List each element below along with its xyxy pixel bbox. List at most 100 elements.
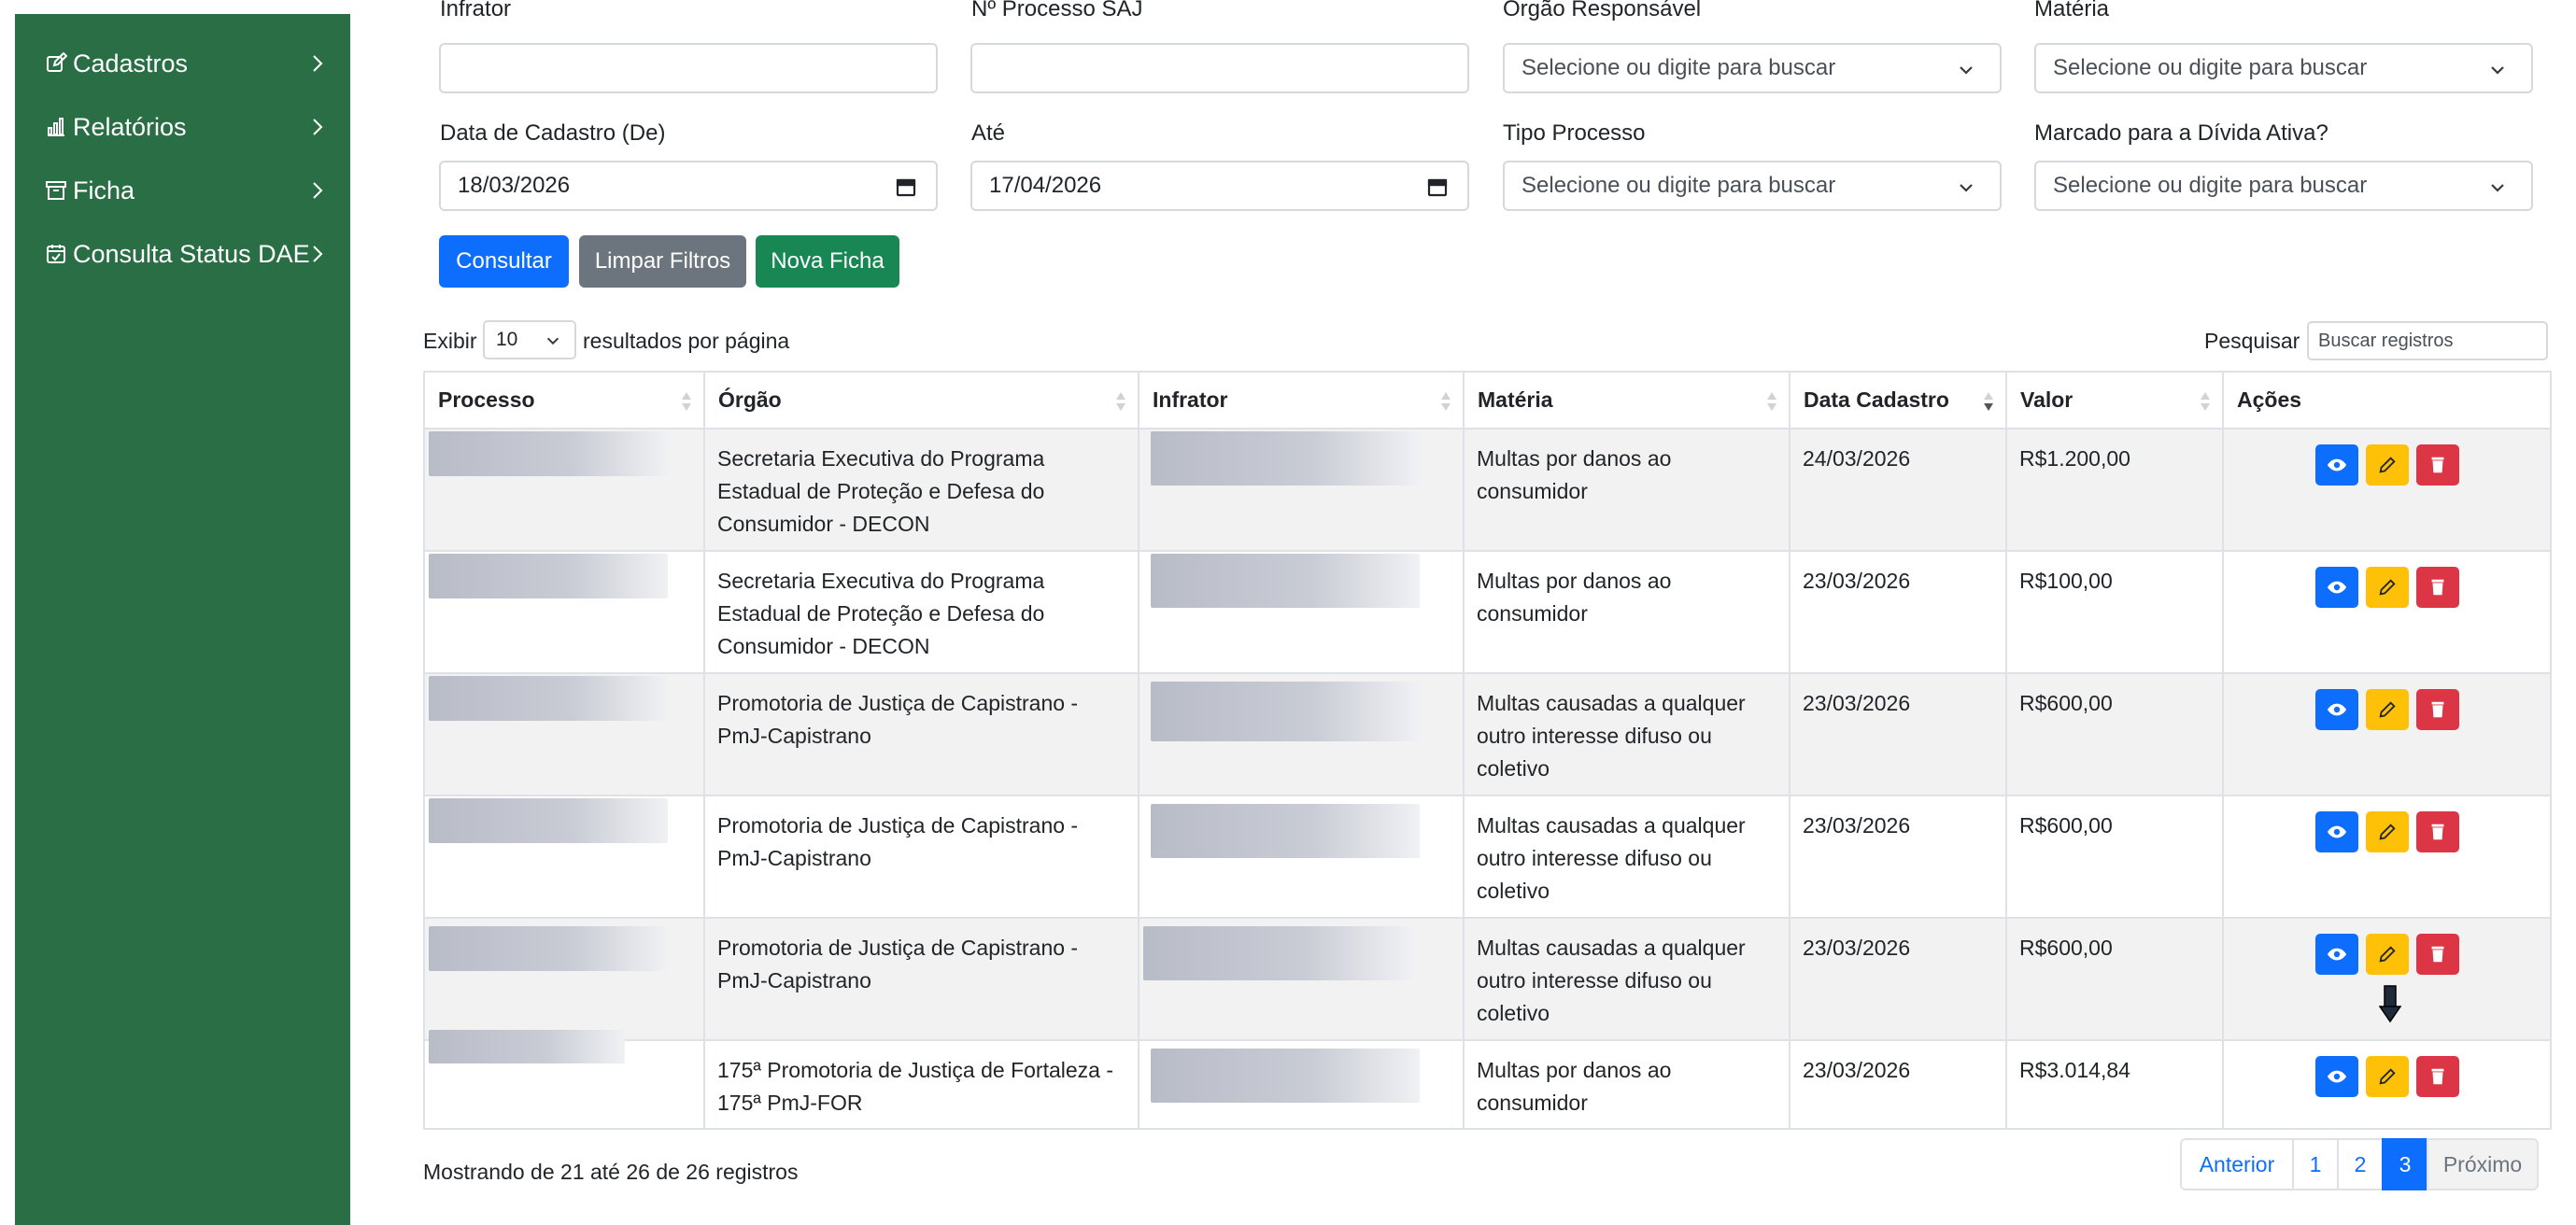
redacted-processo bbox=[429, 554, 668, 598]
sidebar-item-label: Relatórios bbox=[73, 112, 187, 141]
calendar-icon[interactable] bbox=[895, 176, 917, 198]
redacted-infrator bbox=[1151, 431, 1420, 486]
divida-placeholder: Selecione ou digite para buscar bbox=[2053, 173, 2368, 198]
table-row: 0020000039-100 175ª Promotoria de Justiç… bbox=[423, 1030, 2552, 1130]
column-header-valor[interactable]: Valor bbox=[2005, 371, 2224, 429]
pencil-icon bbox=[2378, 457, 2396, 473]
column-header-infrator[interactable]: Infrator bbox=[1138, 371, 1465, 429]
divida-select[interactable]: Selecione ou digite para buscar bbox=[2034, 161, 2533, 211]
column-header-data-cadastro[interactable]: Data Cadastro bbox=[1789, 371, 2007, 429]
data-de-value: 18/03/2026 bbox=[458, 173, 571, 198]
sidebar-item-relatorios[interactable]: Relatórios bbox=[43, 105, 333, 149]
sort-icon bbox=[2201, 392, 2210, 411]
view-button[interactable] bbox=[2314, 444, 2358, 486]
edit-button[interactable] bbox=[2365, 567, 2409, 608]
delete-button[interactable] bbox=[2415, 1056, 2459, 1097]
nova-ficha-button[interactable]: Nova Ficha bbox=[756, 235, 899, 288]
table-row: Secretaria Executiva do Programa Estadua… bbox=[423, 428, 2552, 552]
edit-button[interactable] bbox=[2365, 811, 2409, 852]
pagination-page-3[interactable]: 3 bbox=[2382, 1138, 2428, 1190]
calendar-icon[interactable] bbox=[1426, 176, 1449, 198]
chevron-right-icon bbox=[313, 119, 323, 135]
cell-valor: R$3.014,84 bbox=[2005, 1039, 2224, 1130]
row-actions bbox=[2236, 565, 2538, 608]
edit-icon bbox=[43, 50, 69, 77]
delete-button[interactable] bbox=[2415, 934, 2459, 975]
sidebar-item-ficha[interactable]: Ficha bbox=[43, 168, 333, 213]
cell-materia: Multas causadas a qualquer outro interes… bbox=[1463, 672, 1790, 796]
sort-icon bbox=[1441, 392, 1451, 411]
view-button[interactable] bbox=[2314, 934, 2358, 975]
delete-button[interactable] bbox=[2415, 811, 2459, 852]
delete-button[interactable] bbox=[2415, 567, 2459, 608]
sidebar-item-label: Consulta Status DAE bbox=[73, 239, 310, 268]
pagination-page-1[interactable]: 1 bbox=[2292, 1138, 2339, 1190]
data-de-input[interactable]: 18/03/2026 bbox=[439, 161, 938, 211]
cell-data: 23/03/2026 bbox=[1789, 917, 2007, 1041]
edit-button[interactable] bbox=[2365, 1056, 2409, 1097]
column-header-materia[interactable]: Matéria bbox=[1463, 371, 1790, 429]
view-button[interactable] bbox=[2314, 1056, 2358, 1097]
table-info: Mostrando de 21 até 26 de 26 registros bbox=[423, 1160, 799, 1184]
redacted-processo bbox=[429, 798, 668, 843]
row-actions bbox=[2236, 810, 2538, 852]
processo-link[interactable]: 0020000039-100 bbox=[438, 1062, 579, 1094]
consultar-button[interactable]: Consultar bbox=[439, 235, 569, 288]
sidebar-item-consulta-status-dae[interactable]: Consulta Status DAE bbox=[43, 232, 333, 276]
cell-valor: R$600,00 bbox=[2005, 795, 2224, 919]
data-de-label: Data de Cadastro (De) bbox=[440, 120, 666, 146]
sidebar-item-label: Ficha bbox=[73, 176, 135, 204]
cell-orgao: Promotoria de Justiça de Capistrano - Pm… bbox=[703, 672, 1139, 796]
limpar-filtros-button[interactable]: Limpar Filtros bbox=[579, 235, 746, 288]
ate-input[interactable]: 17/04/2026 bbox=[970, 161, 1469, 211]
cell-data: 23/03/2026 bbox=[1789, 1039, 2007, 1130]
column-header-orgao[interactable]: Órgão bbox=[703, 371, 1139, 429]
redacted-infrator bbox=[1151, 1049, 1420, 1103]
left-gutter bbox=[0, 0, 15, 1225]
edit-button[interactable] bbox=[2365, 444, 2409, 486]
show-suffix: resultados por página bbox=[583, 329, 790, 353]
eye-icon bbox=[2327, 458, 2346, 472]
view-button[interactable] bbox=[2314, 567, 2358, 608]
view-button[interactable] bbox=[2314, 689, 2358, 730]
tipo-select[interactable]: Selecione ou digite para buscar bbox=[1503, 161, 2002, 211]
cell-orgao: Secretaria Executiva do Programa Estadua… bbox=[703, 428, 1139, 552]
pagination-page-2[interactable]: 2 bbox=[2337, 1138, 2384, 1190]
records-table: Processo Órgão Infrator Matéria Data Cad… bbox=[423, 371, 2552, 1130]
sort-icon bbox=[1767, 392, 1776, 411]
row-actions bbox=[2236, 443, 2538, 486]
sidebar-item-cadastros[interactable]: Cadastros bbox=[43, 41, 333, 86]
edit-button[interactable] bbox=[2365, 689, 2409, 730]
cell-valor: R$600,00 bbox=[2005, 917, 2224, 1041]
cell-materia: Multas causadas a qualquer outro interes… bbox=[1463, 917, 1790, 1041]
materia-placeholder: Selecione ou digite para buscar bbox=[2053, 55, 2368, 80]
processo-input[interactable] bbox=[970, 43, 1469, 93]
row-actions bbox=[2236, 932, 2538, 975]
chevron-down-icon bbox=[1960, 184, 1973, 192]
cell-materia: Multas por danos ao consumidor bbox=[1463, 428, 1790, 552]
column-header-processo[interactable]: Processo bbox=[423, 371, 705, 429]
tipo-placeholder: Selecione ou digite para buscar bbox=[1522, 173, 1836, 198]
pagination: Anterior 1 2 3 Próximo bbox=[2180, 1138, 2539, 1190]
pencil-icon bbox=[2378, 701, 2396, 718]
delete-button[interactable] bbox=[2415, 689, 2459, 730]
search-label: Pesquisar bbox=[2204, 329, 2300, 353]
pagination-prev[interactable]: Anterior bbox=[2180, 1138, 2294, 1190]
edit-button[interactable] bbox=[2365, 934, 2409, 975]
redacted-processo bbox=[429, 676, 668, 721]
redacted-infrator bbox=[1151, 804, 1420, 858]
materia-select[interactable]: Selecione ou digite para buscar bbox=[2034, 43, 2533, 93]
infrator-input[interactable] bbox=[439, 43, 938, 93]
search-input[interactable]: Buscar registros bbox=[2307, 321, 2548, 360]
orgao-label: Órgão Responsável bbox=[1503, 0, 1702, 21]
row-actions bbox=[2236, 687, 2538, 730]
page-length-select[interactable]: 10 bbox=[483, 320, 576, 359]
show-prefix: Exibir bbox=[423, 329, 477, 353]
pagination-next: Próximo bbox=[2427, 1138, 2539, 1190]
delete-button[interactable] bbox=[2415, 444, 2459, 486]
view-button[interactable] bbox=[2314, 811, 2358, 852]
trash-icon bbox=[2431, 946, 2443, 963]
ate-value: 17/04/2026 bbox=[989, 173, 1102, 198]
orgao-select[interactable]: Selecione ou digite para buscar bbox=[1503, 43, 2002, 93]
redacted-processo bbox=[429, 431, 668, 476]
